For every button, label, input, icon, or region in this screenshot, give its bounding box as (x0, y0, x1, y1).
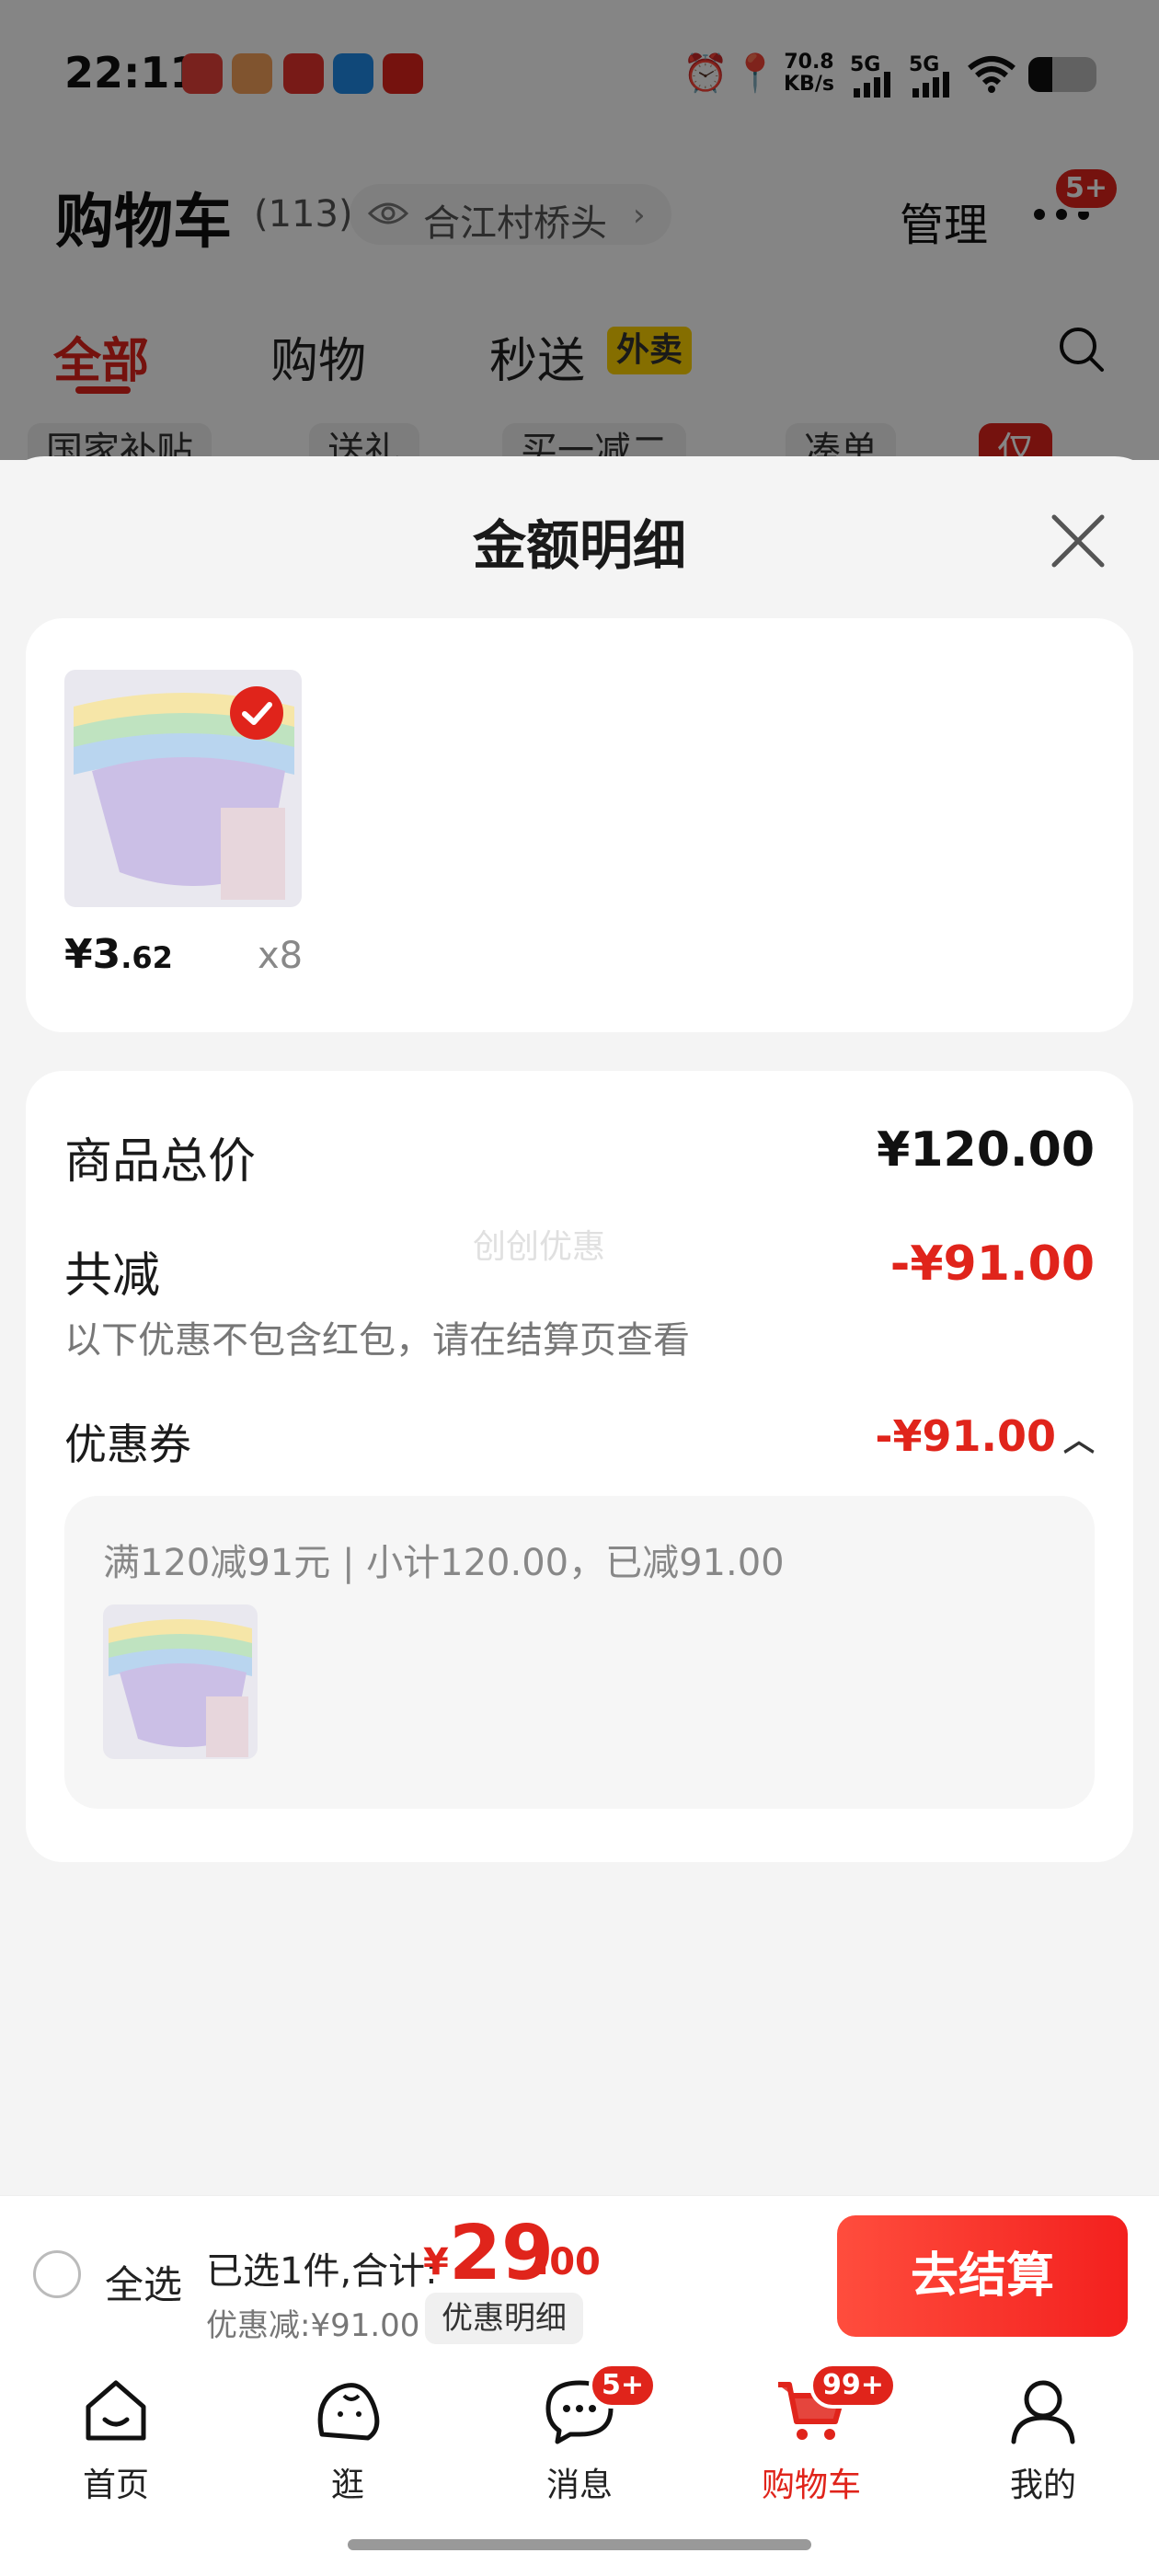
sheet-title: 金额明细 (472, 514, 686, 577)
selected-summary: 已选1件,合计: (206, 2250, 438, 2293)
selected-check-icon[interactable] (230, 686, 283, 740)
coupon-value[interactable]: -¥91.00 ︿ (828, 1411, 1095, 1461)
reduce-label: 共减 (64, 1248, 161, 1304)
nav-browse[interactable] (274, 2374, 421, 2451)
cart-badge: 99+ (809, 2363, 897, 2409)
reduce-note: 以下优惠不包含红包，请在结算页查看 (64, 1319, 690, 1362)
profile-icon (1011, 2380, 1075, 2444)
total-price-value: ¥120.00 (877, 1122, 1095, 1178)
total-decimal: .00 (535, 2241, 601, 2283)
coupon-description: 满120减91元 | 小计120.00，已减91.00 (103, 1542, 785, 1584)
select-all-radio[interactable] (33, 2250, 81, 2298)
close-icon[interactable] (1045, 508, 1111, 574)
messages-badge: 5+ (589, 2363, 658, 2409)
item-quantity: x8 (258, 935, 304, 977)
browse-icon (317, 2383, 380, 2441)
nav-profile[interactable] (970, 2374, 1117, 2451)
total-price-label: 商品总价 (64, 1134, 257, 1190)
watermark-text: 创创优惠 (473, 1228, 606, 1266)
discount-text: 优惠减:¥91.00 (206, 2307, 420, 2344)
chevron-up-icon: ︿ (1063, 1422, 1095, 1459)
item-price: ¥3.62 (64, 931, 173, 978)
total-currency: ¥ (423, 2241, 449, 2283)
coupon-label: 优惠券 (64, 1420, 191, 1469)
nav-home-label: 首页 (82, 2467, 149, 2504)
home-icon (86, 2380, 146, 2441)
dim-overlay[interactable] (0, 0, 1159, 460)
reduce-value: -¥91.00 (889, 1236, 1095, 1292)
nav-messages-label: 消息 (545, 2467, 613, 2504)
nav-cart-label: 购物车 (761, 2467, 861, 2504)
discount-detail-button[interactable]: 优惠明细 (425, 2293, 583, 2344)
home-indicator[interactable] (348, 2539, 811, 2550)
select-all-label[interactable]: 全选 (105, 2254, 182, 2310)
nav-home[interactable] (42, 2374, 189, 2451)
checkout-button[interactable]: 去结算 (837, 2215, 1128, 2337)
coupon-product-thumbnail (103, 1604, 258, 1759)
nav-browse-label: 逛 (330, 2467, 364, 2504)
nav-profile-label: 我的 (1009, 2467, 1076, 2504)
